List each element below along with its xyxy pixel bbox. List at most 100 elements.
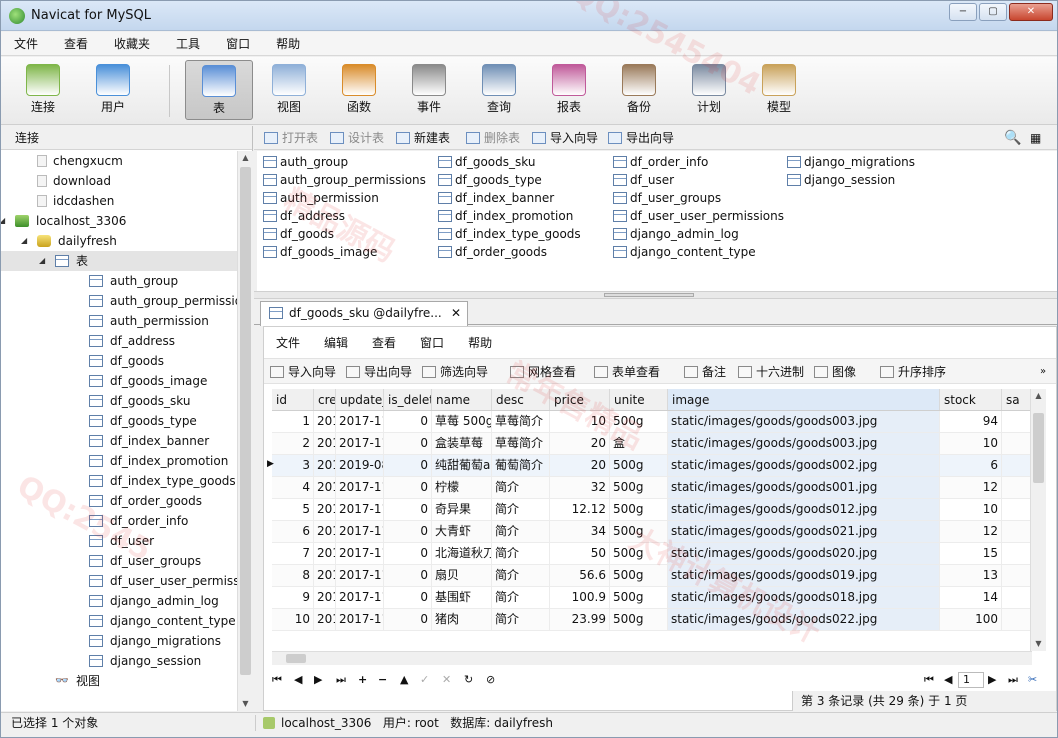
table-cell[interactable]: 北海道秋刀 xyxy=(432,543,492,564)
table-cell[interactable]: 500g xyxy=(610,477,668,498)
tree-item[interactable]: django_migrations xyxy=(1,631,237,651)
menu-view[interactable]: 查看 xyxy=(51,32,101,55)
column-header[interactable]: unite xyxy=(610,389,668,410)
table-cell[interactable]: 2017-11 xyxy=(336,499,384,520)
table-cell[interactable]: 盒 xyxy=(610,433,668,454)
tree-item[interactable]: df_user_user_permissions xyxy=(1,571,237,591)
table-cell[interactable]: 大青虾 xyxy=(432,521,492,542)
tree-scrollbar[interactable]: ▲ ▼ xyxy=(237,151,253,711)
last-record-icon[interactable]: ⏭ xyxy=(336,670,346,690)
close-button[interactable]: ✕ xyxy=(1009,3,1053,21)
table-cell[interactable]: 0 xyxy=(384,455,432,476)
object-item[interactable]: df_order_info xyxy=(613,153,708,171)
tree-expander-icon[interactable]: ◢ xyxy=(1,211,9,231)
table-cell[interactable]: 2017-11 xyxy=(336,587,384,608)
pane-splitter[interactable] xyxy=(254,291,1057,299)
table-cell[interactable]: 扇贝 xyxy=(432,565,492,586)
object-item[interactable]: df_user xyxy=(613,171,674,189)
tree-item[interactable]: 👓 视图 xyxy=(1,671,237,691)
table-cell[interactable]: 葡萄简介 xyxy=(492,455,550,476)
table-cell[interactable]: 94 xyxy=(940,411,1002,432)
tree-item[interactable]: df_goods_sku xyxy=(1,391,237,411)
table-cell[interactable]: 20 xyxy=(550,455,610,476)
toolbar-schedule-button[interactable]: 计划 xyxy=(675,60,743,120)
table-cell[interactable]: 2017-11 xyxy=(336,543,384,564)
table-cell[interactable]: 0 xyxy=(384,477,432,498)
table-cell[interactable]: 500g xyxy=(610,609,668,630)
table-cell[interactable]: 100 xyxy=(940,609,1002,630)
menu-window[interactable]: 窗口 xyxy=(213,32,263,55)
table-cell[interactable]: 500g xyxy=(610,499,668,520)
inner-tool-8[interactable]: 升序排序 xyxy=(880,359,946,385)
table-cell[interactable]: 2017-11 xyxy=(336,477,384,498)
tree-item[interactable]: df_user_groups xyxy=(1,551,237,571)
tree-item[interactable]: idcdashen xyxy=(1,191,237,211)
tab-close-icon[interactable]: ✕ xyxy=(451,302,461,325)
grid-scroll-up-icon[interactable]: ▲ xyxy=(1031,389,1046,403)
column-header[interactable]: image xyxy=(668,389,940,410)
inner-menu-help[interactable]: 帮助 xyxy=(456,327,504,357)
table-cell[interactable]: 草莓简介 xyxy=(492,411,550,432)
table-cell[interactable]: 201 xyxy=(314,521,336,542)
table-cell[interactable]: 1 xyxy=(272,411,314,432)
table-cell[interactable]: 简介 xyxy=(492,587,550,608)
table-cell[interactable]: 2017-11 xyxy=(336,565,384,586)
grid-vscroll-thumb[interactable] xyxy=(1033,413,1044,483)
table-cell[interactable]: 8 xyxy=(272,565,314,586)
inner-menu-file[interactable]: 文件 xyxy=(264,327,312,357)
tree-item[interactable]: ◢ 表 xyxy=(1,251,237,271)
object-item[interactable]: df_index_banner xyxy=(438,189,554,207)
table-cell[interactable]: 14 xyxy=(940,587,1002,608)
last-page-icon[interactable]: ⏭ xyxy=(1008,670,1018,690)
tree-item[interactable]: download xyxy=(1,171,237,191)
tree-item[interactable]: df_index_type_goods xyxy=(1,471,237,491)
column-header[interactable]: price xyxy=(550,389,610,410)
table-cell[interactable]: 100.9 xyxy=(550,587,610,608)
table-cell[interactable]: 500g xyxy=(610,411,668,432)
table-cell[interactable]: 2 xyxy=(272,433,314,454)
toolbar-model-button[interactable]: 模型 xyxy=(745,60,813,120)
table-cell[interactable]: 0 xyxy=(384,433,432,454)
grid-scroll-down-icon[interactable]: ▼ xyxy=(1031,637,1046,651)
table-cell[interactable]: static/images/goods/goods003.jpg xyxy=(668,411,940,432)
tree-item[interactable]: df_address xyxy=(1,331,237,351)
objtool-5[interactable]: 导出向导 xyxy=(608,126,674,150)
tree-item[interactable]: df_index_promotion xyxy=(1,451,237,471)
apply-edit-icon[interactable]: ▲ xyxy=(400,670,408,690)
splitter-grip[interactable] xyxy=(604,293,694,297)
table-cell[interactable]: 500g xyxy=(610,565,668,586)
inner-tool-3[interactable]: 网格查看 xyxy=(510,359,576,385)
toolbar-view-button[interactable]: 视图 xyxy=(255,60,323,120)
table-cell[interactable]: 32 xyxy=(550,477,610,498)
toolbar-table-button[interactable]: 表 xyxy=(185,60,253,120)
table-row[interactable]: 22012017-110盒装草莓草莓简介20盒static/images/goo… xyxy=(272,433,1032,455)
inner-menu-window[interactable]: 窗口 xyxy=(408,327,456,357)
table-row[interactable]: 32012019-080纯甜葡萄a葡萄简介20500gstatic/images… xyxy=(272,455,1032,477)
table-cell[interactable]: 500g xyxy=(610,521,668,542)
tree-item[interactable]: df_user xyxy=(1,531,237,551)
table-cell[interactable] xyxy=(1002,499,1032,520)
table-cell[interactable]: 201 xyxy=(314,455,336,476)
table-cell[interactable]: 201 xyxy=(314,565,336,586)
table-cell[interactable]: 2017-11 xyxy=(336,521,384,542)
table-cell[interactable]: 10 xyxy=(940,433,1002,454)
refresh-icon[interactable]: ↻ xyxy=(464,670,473,690)
table-cell[interactable]: 简介 xyxy=(492,521,550,542)
object-item[interactable]: django_migrations xyxy=(787,153,915,171)
tree-item[interactable]: df_goods_type xyxy=(1,411,237,431)
table-cell[interactable]: 3 xyxy=(272,455,314,476)
table-cell[interactable]: 12 xyxy=(940,521,1002,542)
table-row[interactable]: 42012017-110柠檬简介32500gstatic/images/good… xyxy=(272,477,1032,499)
table-cell[interactable]: 201 xyxy=(314,411,336,432)
table-cell[interactable]: static/images/goods/goods021.jpg xyxy=(668,521,940,542)
table-cell[interactable]: 12.12 xyxy=(550,499,610,520)
first-record-icon[interactable]: ⏮ xyxy=(272,670,282,690)
table-cell[interactable]: 2017-11 xyxy=(336,433,384,454)
page-settings-icon[interactable]: ✂ xyxy=(1028,670,1037,690)
tree-expander-icon[interactable]: ◢ xyxy=(39,251,49,271)
object-item[interactable]: df_user_user_permissions xyxy=(613,207,784,225)
column-header[interactable]: desc xyxy=(492,389,550,410)
toolbar-connection-button[interactable]: 连接 xyxy=(9,60,77,120)
table-cell[interactable]: 简介 xyxy=(492,565,550,586)
table-cell[interactable] xyxy=(1002,587,1032,608)
